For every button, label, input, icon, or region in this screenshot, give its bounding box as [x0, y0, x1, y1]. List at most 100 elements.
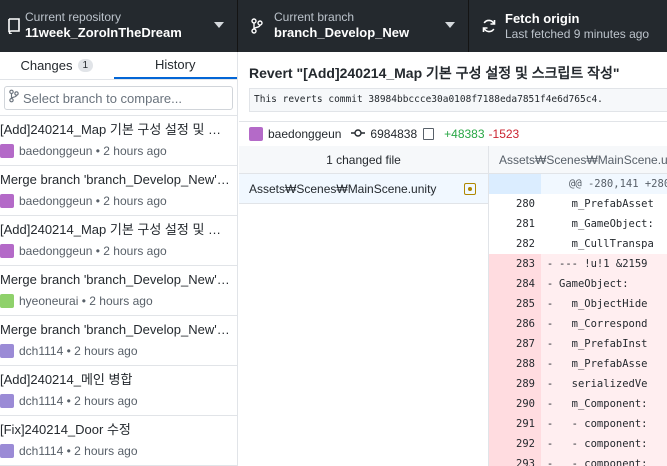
line-number: 288	[489, 354, 541, 374]
line-number: 293	[489, 454, 541, 466]
copy-icon[interactable]	[423, 128, 435, 140]
diff-view: Assets₩Scenes₩MainScene.unity @@ -280,14…	[489, 146, 667, 466]
commit-author: baedonggeun	[19, 244, 93, 258]
meta-separator: •	[78, 294, 90, 308]
fetch-status: Last fetched 9 minutes ago	[505, 27, 650, 41]
tab-history[interactable]: History	[113, 52, 237, 79]
commit-title: Revert "[Add]240214_Map 기본 구성 설정 및 스크립트 …	[249, 65, 620, 81]
diff-line[interactable]: 288- m_PrefabAsse	[489, 354, 667, 374]
commit-time: 2 hours ago	[103, 244, 167, 258]
diff-code: m_ObjectHide	[559, 298, 648, 310]
line-number: 286	[489, 314, 541, 334]
commit-list-item[interactable]: Merge branch 'branch_Develop_New' of git…	[0, 266, 237, 316]
commit-sha: 6984838	[370, 127, 418, 141]
commit-meta: baedonggeun • 2 hours ago	[0, 194, 237, 208]
meta-separator: •	[92, 244, 104, 258]
diff-marker: -	[546, 358, 554, 370]
tab-changes[interactable]: Changes 1	[0, 52, 114, 79]
tab-label: Changes	[20, 58, 73, 73]
diff-code: m_PrefabInst	[559, 338, 648, 350]
commit-summary: [Add]240214_Map 기본 구성 설정 및 스크립트 작성	[0, 222, 232, 237]
fetch-origin-button[interactable]: Fetch origin Last fetched 9 minutes ago	[469, 0, 667, 52]
line-number: 289	[489, 374, 541, 394]
commit-list-item[interactable]: Merge branch 'branch_Develop_New' of git…	[0, 166, 237, 216]
diff-line[interactable]: 283- --- !u!1 &2159	[489, 254, 667, 274]
diff-hunk-header: @@ -280,141 +280,	[489, 174, 667, 194]
sync-icon	[475, 0, 503, 52]
hunk-text: @@ -280,141 +280,	[569, 178, 667, 190]
commit-time: 2 hours ago	[89, 294, 153, 308]
commit-author: hyeoneurai	[19, 294, 79, 308]
diff-code: m_PrefabAsset	[559, 198, 654, 210]
diff-line[interactable]: 282 m_CullTranspa	[489, 234, 667, 254]
diff-line[interactable]: 284- GameObject:	[489, 274, 667, 294]
repository-selector[interactable]: Current repository 11week_ZoroInTheDream	[0, 0, 238, 52]
diff-marker: -	[546, 318, 554, 330]
diff-line[interactable]: 287- m_PrefabInst	[489, 334, 667, 354]
branch-compare-input[interactable]	[23, 90, 223, 106]
file-path: Assets₩Scenes₩MainScene.unity	[249, 182, 437, 196]
diff-line[interactable]: 286- m_Correspond	[489, 314, 667, 334]
repository-label: Current repository	[25, 10, 122, 24]
sidebar-tabs: Changes 1 History	[0, 52, 237, 80]
commit-author: baedonggeun	[19, 194, 93, 208]
fetch-origin-label: Fetch origin	[505, 11, 580, 26]
avatar	[0, 244, 14, 258]
meta-separator: •	[92, 144, 104, 158]
diff-line[interactable]: 291- - component:	[489, 414, 667, 434]
diff-line[interactable]: 293- - component:	[489, 454, 667, 466]
diff-line[interactable]: 292- - component:	[489, 434, 667, 454]
commit-list-item[interactable]: Merge branch 'branch_Develop_New' of git…	[0, 316, 237, 366]
line-number: 291	[489, 414, 541, 434]
changed-files-panel: 1 changed file Assets₩Scenes₩MainScene.u…	[239, 146, 489, 466]
meta-separator: •	[63, 444, 75, 458]
commit-summary: [Add]240214_메인 병합	[0, 372, 133, 387]
commit-list-item[interactable]: [Add]240214_Map 기본 구성 설정 및 스크립트 작성 baedon…	[0, 216, 237, 266]
diff-line[interactable]: 281 m_GameObject:	[489, 214, 667, 234]
commit-list-item[interactable]: [Fix]240214_Door 수정 dch1114 • 2 hours ago	[0, 416, 237, 466]
commit-list-item[interactable]: [Add]240214_메인 병합 dch1114 • 2 hours ago	[0, 366, 237, 416]
meta-separator: •	[92, 194, 104, 208]
line-number: 285	[489, 294, 541, 314]
commit-icon	[351, 127, 366, 141]
diff-code: serializedVe	[559, 378, 648, 390]
diff-marker: -	[546, 438, 554, 450]
branch-compare-filter	[0, 80, 237, 116]
diff-line[interactable]: 289- serializedVe	[489, 374, 667, 394]
line-number: 290	[489, 394, 541, 414]
commit-author: dch1114	[19, 394, 64, 408]
diff-marker	[541, 234, 559, 254]
commit-list-item[interactable]: [Add]240214_Map 기본 구성 설정 및 스크립트 작성 baedon…	[0, 116, 237, 166]
commit-author: dch1114	[19, 344, 64, 358]
commit-summary: [Fix]240214_Door 수정	[0, 422, 131, 437]
avatar	[249, 127, 263, 141]
branch-icon	[243, 0, 271, 52]
avatar	[0, 444, 14, 458]
commit-meta: dch1114 • 2 hours ago	[0, 394, 237, 408]
diff-code: --- !u!1 &2159	[559, 258, 648, 270]
diff-marker	[541, 214, 559, 234]
commit-summary: Merge branch 'branch_Develop_New' of git…	[0, 172, 232, 187]
chevron-down-icon	[445, 22, 455, 28]
diff-line[interactable]: 280 m_PrefabAsset	[489, 194, 667, 214]
commit-time: 2 hours ago	[103, 194, 167, 208]
diff-code: GameObject:	[559, 278, 629, 290]
avatar	[0, 394, 14, 408]
diff-line[interactable]: 285- m_ObjectHide	[489, 294, 667, 314]
branch-selector[interactable]: Current branch branch_Develop_New	[238, 0, 469, 52]
changed-file-item[interactable]: Assets₩Scenes₩MainScene.unity	[239, 174, 488, 204]
diff-file-path: Assets₩Scenes₩MainScene.unity	[489, 146, 667, 174]
diff-marker: -	[546, 338, 554, 350]
meta-separator: •	[63, 344, 75, 358]
line-number: 281	[489, 214, 541, 234]
tab-label: History	[155, 57, 196, 72]
avatar	[0, 344, 14, 358]
branch-compare-box[interactable]	[4, 86, 233, 110]
diff-marker: -	[546, 418, 554, 430]
avatar	[0, 194, 14, 208]
commit-time: 2 hours ago	[103, 144, 167, 158]
diff-line[interactable]: 290- m_Component:	[489, 394, 667, 414]
diff-code: m_GameObject:	[559, 218, 661, 230]
commit-detail: Revert "[Add]240214_Map 기본 구성 설정 및 스크립트 …	[239, 52, 667, 466]
line-number	[489, 174, 541, 194]
